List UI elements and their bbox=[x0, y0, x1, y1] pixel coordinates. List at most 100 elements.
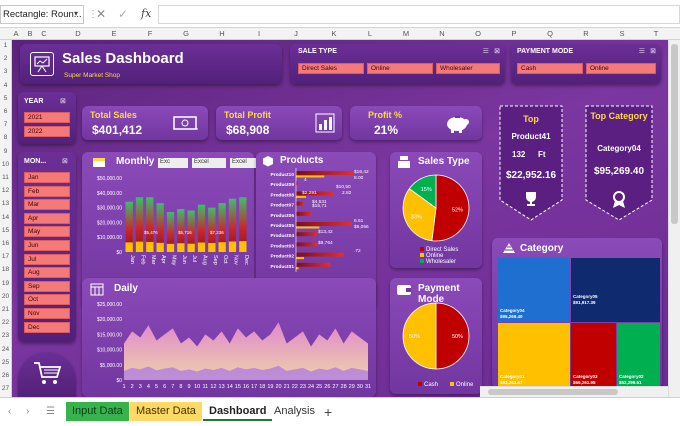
slicer-item-apr[interactable]: Apr bbox=[24, 212, 70, 224]
monthly-tab-strip: Exc Excel Excel bbox=[158, 158, 260, 168]
slicer-item-cash[interactable]: Cash bbox=[517, 63, 583, 74]
row-header[interactable]: 14 bbox=[0, 214, 11, 221]
tab-excel-1[interactable]: Exc bbox=[158, 158, 188, 168]
name-box[interactable]: Rectangle: Roun... bbox=[0, 5, 84, 24]
menu-icon[interactable]: ☰ bbox=[46, 406, 55, 417]
slicer-item-mar[interactable]: Mar bbox=[24, 199, 70, 211]
clear-filter-icon[interactable]: ⊠ bbox=[62, 157, 68, 165]
column-header[interactable]: N bbox=[432, 29, 452, 38]
row-header[interactable]: 16 bbox=[0, 240, 11, 247]
row-header[interactable]: 8 bbox=[0, 134, 11, 141]
column-header[interactable]: D bbox=[68, 29, 88, 38]
x-tick-label: 28 bbox=[341, 384, 347, 390]
row-header[interactable]: 21 bbox=[0, 306, 11, 313]
data-label: $5,476 bbox=[144, 230, 158, 235]
column-header[interactable]: F bbox=[140, 29, 160, 38]
multiselect-icon[interactable]: ☰ bbox=[639, 47, 645, 55]
chevron-down-icon[interactable]: ▾ bbox=[74, 9, 78, 18]
insert-function-icon[interactable]: fx bbox=[141, 7, 151, 20]
row-header[interactable]: 26 bbox=[0, 372, 11, 379]
chevron-right-icon[interactable]: › bbox=[26, 406, 29, 417]
cell-value: $95,269.40 bbox=[500, 314, 523, 319]
slicer-item-oct[interactable]: Oct bbox=[24, 294, 70, 306]
row-header[interactable]: 9 bbox=[0, 148, 11, 155]
row-header[interactable]: 19 bbox=[0, 280, 11, 287]
data-label: 15% bbox=[421, 187, 432, 193]
column-header[interactable]: S bbox=[612, 29, 632, 38]
column-header[interactable]: E bbox=[104, 29, 124, 38]
row-header[interactable]: 22 bbox=[0, 319, 11, 326]
slicer-item-jul[interactable]: Jul bbox=[24, 253, 70, 265]
slicer-item-wholesaler[interactable]: Wholesaler bbox=[436, 63, 500, 74]
column-header[interactable]: R bbox=[576, 29, 596, 38]
slicer-item-2022[interactable]: 2022 bbox=[24, 126, 70, 137]
row-header[interactable]: 11 bbox=[0, 174, 11, 181]
scroll-thumb[interactable] bbox=[671, 44, 678, 224]
slicer-item-jan[interactable]: Jan bbox=[24, 172, 70, 183]
data-label: $15,71 bbox=[312, 203, 327, 209]
row-header[interactable]: 1 bbox=[0, 42, 11, 49]
kpi-value: 21% bbox=[374, 123, 399, 137]
column-header[interactable]: M bbox=[396, 29, 416, 38]
column-header[interactable]: H bbox=[212, 29, 232, 38]
tab-analysis[interactable]: Analysis bbox=[268, 402, 321, 421]
enter-icon[interactable]: ✓ bbox=[118, 7, 128, 21]
formula-input[interactable] bbox=[158, 5, 680, 24]
slicer-item-2021[interactable]: 2021 bbox=[24, 112, 70, 123]
daily-chart: $0 $5,000.00 $10,000.00 $15,000.00 $20,000.0… bbox=[97, 302, 371, 390]
column-header[interactable]: J bbox=[286, 29, 306, 38]
column-header[interactable]: Q bbox=[540, 29, 560, 38]
column-header[interactable]: L bbox=[360, 29, 380, 38]
column-header[interactable]: O bbox=[468, 29, 488, 38]
clear-filter-icon[interactable]: ⊠ bbox=[60, 97, 66, 105]
column-header[interactable]: T bbox=[646, 29, 666, 38]
slicer-item-aug[interactable]: Aug bbox=[24, 267, 70, 279]
horizontal-scrollbar[interactable] bbox=[480, 386, 668, 397]
slicer-item-direct-sales[interactable]: Direct Sales bbox=[298, 63, 364, 74]
column-header[interactable]: C bbox=[34, 29, 54, 38]
clear-filter-icon[interactable]: ⊠ bbox=[494, 47, 500, 55]
row-header[interactable]: 7 bbox=[0, 121, 11, 128]
slicer-item-dec[interactable]: Dec bbox=[24, 321, 70, 333]
tab-master-data[interactable]: Master Data bbox=[130, 402, 202, 421]
row-header[interactable]: 25 bbox=[0, 359, 11, 366]
slicer-item-jun[interactable]: Jun bbox=[24, 240, 70, 251]
slicer-item-sep[interactable]: Sep bbox=[24, 280, 70, 292]
slicer-item-online[interactable]: Online bbox=[586, 63, 656, 74]
row-header[interactable]: 6 bbox=[0, 108, 11, 115]
row-header[interactable]: 15 bbox=[0, 227, 11, 234]
row-header[interactable]: 27 bbox=[0, 385, 11, 392]
multiselect-icon[interactable]: ☰ bbox=[483, 47, 489, 55]
column-header[interactable]: P bbox=[504, 29, 524, 38]
tab-input-data[interactable]: Input Data bbox=[66, 402, 129, 421]
add-sheet-button[interactable]: + bbox=[318, 401, 338, 420]
row-header[interactable]: 10 bbox=[0, 161, 11, 168]
row-header[interactable]: 5 bbox=[0, 95, 11, 102]
row-header[interactable]: 18 bbox=[0, 266, 11, 273]
slicer-item-nov[interactable]: Nov bbox=[24, 308, 70, 319]
row-header[interactable]: 12 bbox=[0, 187, 11, 194]
x-tick-label: 23 bbox=[300, 384, 306, 390]
row-header[interactable]: 23 bbox=[0, 332, 11, 339]
slicer-item-feb[interactable]: Feb bbox=[24, 185, 70, 197]
page-title: Sales Dashboard bbox=[62, 50, 184, 67]
chevron-left-icon[interactable]: ‹ bbox=[8, 406, 11, 417]
row-header[interactable]: 3 bbox=[0, 68, 11, 75]
row-header[interactable]: 4 bbox=[0, 82, 11, 89]
column-header[interactable]: K bbox=[324, 29, 344, 38]
row-header[interactable]: 17 bbox=[0, 253, 11, 260]
tab-dashboard[interactable]: Dashboard bbox=[203, 402, 273, 421]
slicer-item-may[interactable]: May bbox=[24, 226, 70, 238]
column-header[interactable]: G bbox=[176, 29, 196, 38]
column-header[interactable]: I bbox=[249, 29, 269, 38]
row-header[interactable]: 2 bbox=[0, 55, 11, 62]
cancel-icon[interactable]: ✕ bbox=[96, 7, 106, 21]
row-header[interactable]: 24 bbox=[0, 346, 11, 353]
slicer-item-online[interactable]: Online bbox=[367, 63, 433, 74]
tab-excel-2[interactable]: Excel bbox=[192, 158, 226, 168]
scroll-thumb[interactable] bbox=[488, 389, 618, 395]
row-header[interactable]: 13 bbox=[0, 200, 11, 207]
clear-filter-icon[interactable]: ⊠ bbox=[650, 47, 656, 55]
vertical-scrollbar[interactable] bbox=[668, 40, 680, 397]
row-header[interactable]: 20 bbox=[0, 293, 11, 300]
